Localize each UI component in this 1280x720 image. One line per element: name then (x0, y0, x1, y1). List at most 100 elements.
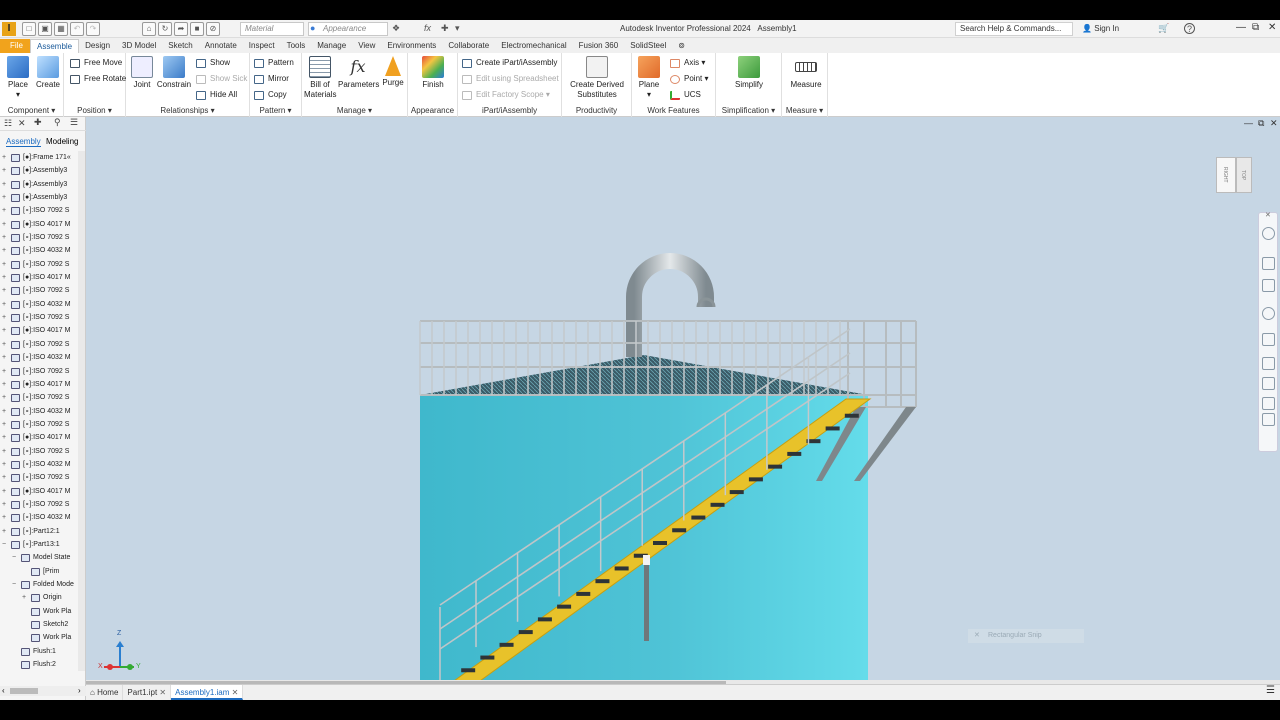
tree-item[interactable]: + Origin (0, 591, 80, 604)
doc-tab-assembly1-iam[interactable]: Assembly1.iam ✕ (171, 685, 244, 700)
tree-item[interactable]: + [●]:ISO 4017 M (0, 271, 80, 284)
tree-item[interactable]: + [∘]:ISO 7092 S (0, 204, 80, 217)
tree-item[interactable]: + [∘]:ISO 7092 S (0, 231, 80, 244)
tree-item[interactable]: + [∘]:ISO 4032 M (0, 244, 80, 257)
tab-menu-icon[interactable]: ☰ (1266, 685, 1275, 696)
tree-item[interactable]: − [∘]:Part13:1 (0, 538, 80, 551)
look-at-icon[interactable] (1262, 333, 1275, 346)
hide-all-button[interactable]: Hide All (196, 88, 237, 102)
expand-toggle-icon[interactable]: + (2, 498, 6, 511)
tree-item[interactable]: − Model State (0, 551, 80, 564)
create-button[interactable]: Create (34, 56, 62, 90)
tree-item[interactable]: − Folded Mode (0, 578, 80, 591)
tree-item[interactable]: + [∘]:ISO 7092 S (0, 284, 80, 297)
pan-icon[interactable] (1262, 257, 1275, 270)
tree-item[interactable]: Sketch2 (0, 618, 80, 631)
ucs-button[interactable]: UCS (670, 88, 701, 102)
tab-design[interactable]: Design (79, 39, 116, 53)
cart-icon[interactable]: 🛒 (1158, 23, 1169, 34)
graphics-viewport[interactable]: — ⧉ ✕ Z X Y RIGHT TOP ✕ ✕ Rectangular Sn… (86, 117, 1280, 680)
doc-tab-part1-ipt[interactable]: Part1.ipt ✕ (123, 685, 172, 700)
copy-button[interactable]: Copy (254, 88, 287, 102)
relationships-group-label[interactable]: Relationships ▾ (126, 106, 249, 115)
expand-toggle-icon[interactable]: + (2, 284, 6, 297)
ribbon-more-icon[interactable]: ⊚ (672, 39, 691, 53)
purge-button[interactable]: Purge (380, 56, 406, 88)
tab-assemble[interactable]: Assemble (30, 39, 80, 53)
tree-item[interactable]: + [∘]:ISO 7092 S (0, 311, 80, 324)
position-group-label[interactable]: Position ▾ (64, 106, 125, 115)
navbar-close-icon[interactable]: ✕ (1265, 211, 1271, 219)
tree-item[interactable]: Flush:2 (0, 658, 80, 671)
tree-item[interactable]: Work Pla (0, 631, 80, 644)
tree-item[interactable]: + [∘]:ISO 7092 S (0, 391, 80, 404)
mirror-button[interactable]: Mirror (254, 72, 289, 86)
tree-item[interactable]: + [∘]:ISO 4032 M (0, 351, 80, 364)
pattern-group-label[interactable]: Pattern ▾ (250, 106, 301, 115)
expand-toggle-icon[interactable]: − (12, 578, 16, 591)
tree-item[interactable]: + [∘]:ISO 7092 S (0, 498, 80, 511)
tab-annotate[interactable]: Annotate (199, 39, 243, 53)
tab-modeling[interactable]: Modeling (46, 137, 78, 146)
clear-appearance-icon[interactable]: ❖ (392, 23, 400, 34)
steering-wheel-icon[interactable] (1262, 227, 1275, 240)
open-icon[interactable]: ▣ (38, 22, 52, 36)
zoom-all-icon[interactable] (1262, 357, 1275, 370)
expand-toggle-icon[interactable]: + (2, 271, 6, 284)
new-icon[interactable]: □ (22, 22, 36, 36)
expand-toggle-icon[interactable]: + (2, 178, 6, 191)
parameters-button[interactable]: fx Parameters (338, 56, 379, 90)
tree-item[interactable]: + [∘]:ISO 7092 S (0, 258, 80, 271)
redo-icon[interactable]: ↷ (86, 22, 100, 36)
tree-item[interactable]: Flush:1 (0, 645, 80, 658)
tree-item[interactable]: + [●]:ISO 4017 M (0, 378, 80, 391)
tree-item[interactable]: + [●]:ISO 4017 M (0, 218, 80, 231)
expand-toggle-icon[interactable]: + (2, 458, 6, 471)
tree-item[interactable]: + [●]:Assembly3 (0, 178, 80, 191)
tab-electromechanical[interactable]: Electromechanical (495, 39, 572, 53)
tree-item[interactable]: + [●]:Frame 171« (0, 151, 80, 164)
doc-tab-close-icon[interactable]: ✕ (157, 688, 166, 697)
edit-scope-button[interactable]: Edit Factory Scope ▾ (462, 88, 550, 102)
expand-toggle-icon[interactable]: + (2, 431, 6, 444)
expand-toggle-icon[interactable]: + (2, 324, 6, 337)
scroll-thumb[interactable] (10, 688, 38, 694)
expand-toggle-icon[interactable]: + (2, 311, 6, 324)
tree-item[interactable]: + [●]:ISO 4017 M (0, 485, 80, 498)
tab-environments[interactable]: Environments (381, 39, 442, 53)
tree-item[interactable]: + [∘]:ISO 4032 M (0, 458, 80, 471)
browser-hscrollbar[interactable]: ‹ › (0, 686, 86, 696)
close-icon[interactable]: ✕ (1268, 22, 1276, 33)
expand-toggle-icon[interactable]: + (2, 471, 6, 484)
minimize-icon[interactable]: — (1236, 22, 1246, 33)
expand-toggle-icon[interactable]: + (2, 365, 6, 378)
tree-item[interactable]: + [●]:Assembly3 (0, 164, 80, 177)
app-logo[interactable]: I (2, 22, 16, 36)
save-icon[interactable]: ▦ (54, 22, 68, 36)
scroll-left-icon[interactable]: ‹ (2, 686, 5, 695)
expand-toggle-icon[interactable]: + (2, 244, 6, 257)
scroll-right-icon[interactable]: › (78, 686, 81, 695)
expand-toggle-icon[interactable]: + (2, 525, 6, 538)
tab-inspect[interactable]: Inspect (243, 39, 281, 53)
tree-item[interactable]: + [∘]:ISO 7092 S (0, 445, 80, 458)
browser-add-icon[interactable]: ✚ (34, 117, 42, 128)
expand-toggle-icon[interactable]: + (2, 418, 6, 431)
tab-tools[interactable]: Tools (281, 39, 312, 53)
undo-icon[interactable]: ↶ (70, 22, 84, 36)
doc-tab-close-icon[interactable]: ✕ (229, 688, 239, 697)
tree-item[interactable]: + [∘]:ISO 4032 M (0, 298, 80, 311)
select-icon[interactable]: ➦ (174, 22, 188, 36)
tab-view[interactable]: View (352, 39, 381, 53)
tank-model[interactable] (86, 117, 1280, 680)
expand-toggle-icon[interactable]: + (2, 164, 6, 177)
expand-toggle-icon[interactable]: + (2, 338, 6, 351)
sign-in-button[interactable]: 👤 Sign In (1082, 24, 1119, 33)
expand-toggle-icon[interactable]: + (2, 351, 6, 364)
expand-toggle-icon[interactable]: + (2, 231, 6, 244)
point-button[interactable]: Point ▾ (670, 72, 708, 86)
plane-button[interactable]: Plane ▾ (636, 56, 662, 100)
free-move-button[interactable]: Free Move (70, 56, 122, 70)
appearance-dropdown[interactable]: Appearance (308, 22, 388, 36)
edit-spreadsheet-button[interactable]: Edit using Spreadsheet (462, 72, 559, 86)
